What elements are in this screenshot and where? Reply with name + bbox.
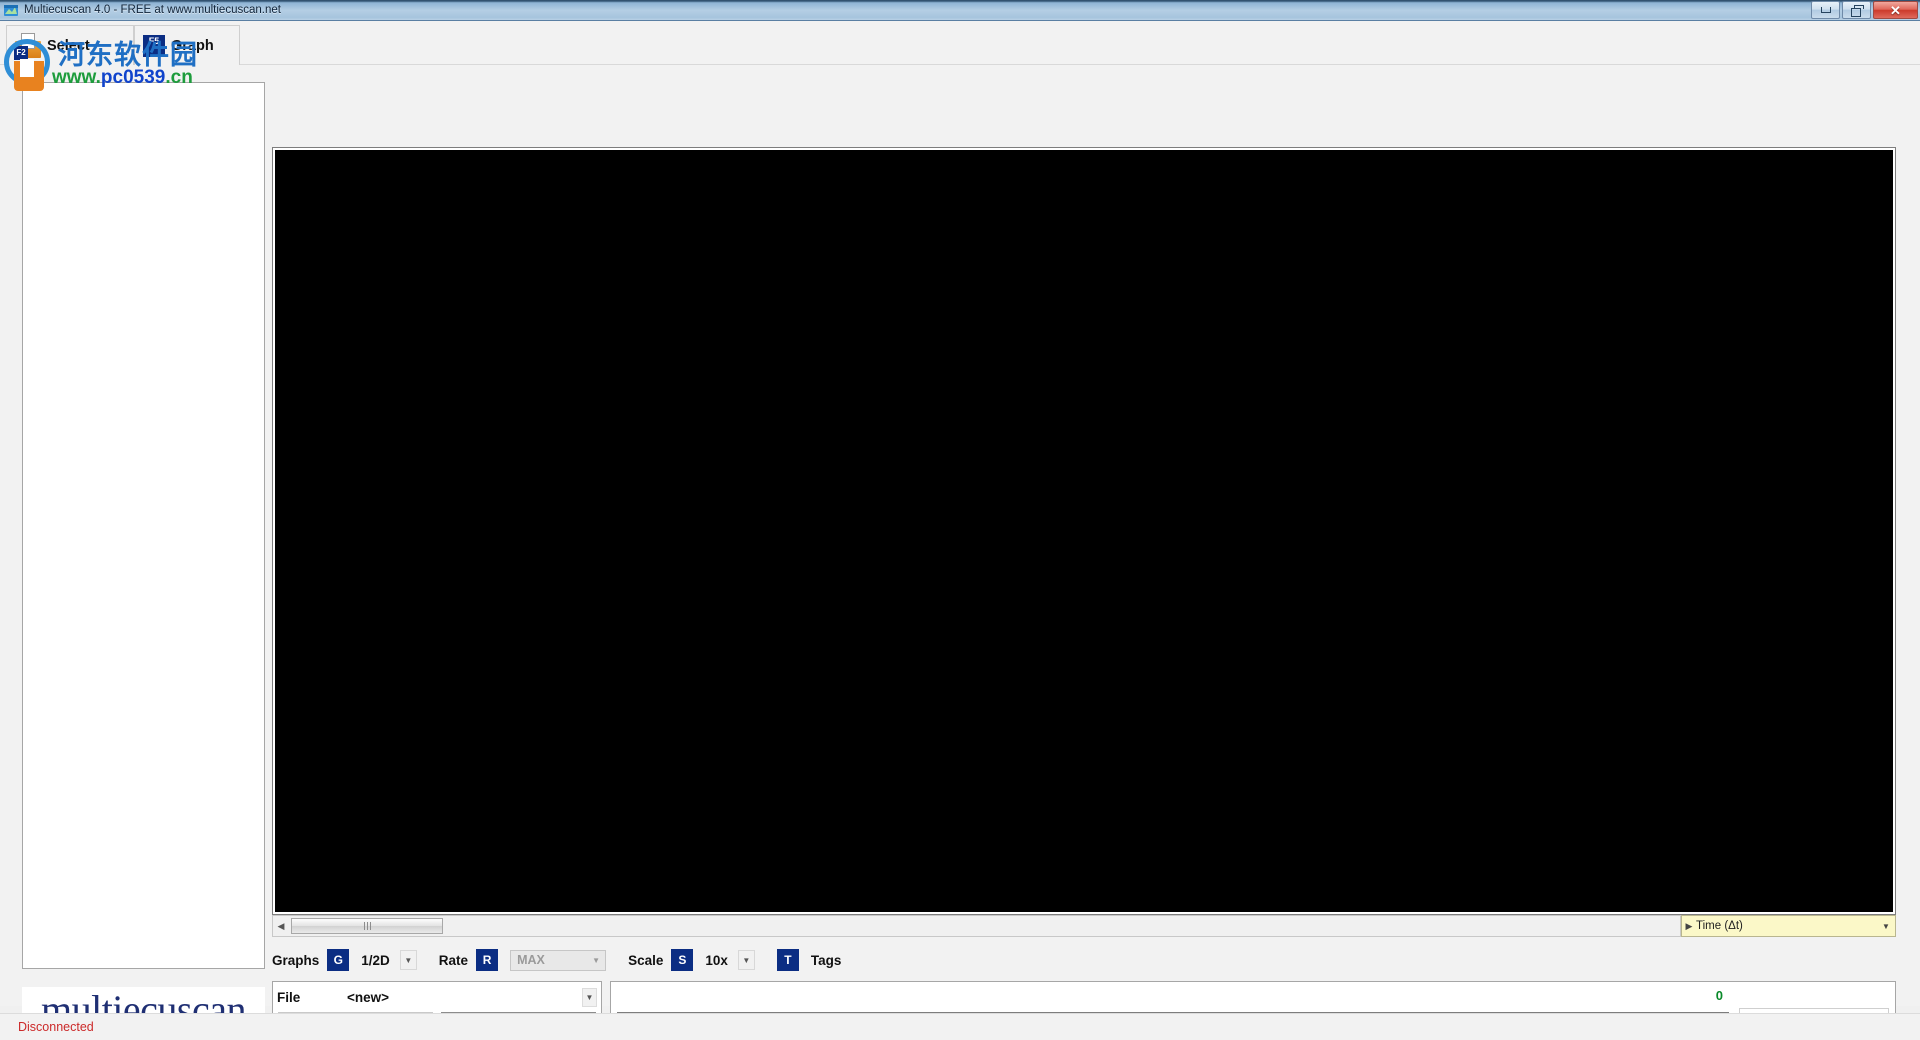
status-bar: Disconnected	[0, 1013, 1920, 1040]
scroll-left-arrow-icon[interactable]: ◀	[273, 916, 289, 936]
rate-value: MAX	[517, 953, 545, 967]
scrollbar-thumb[interactable]	[291, 918, 443, 934]
scale-dropdown-button[interactable]: ▼	[737, 950, 755, 970]
scale-hotkey-badge[interactable]: S	[671, 949, 694, 971]
grip-line	[363, 922, 365, 930]
file-dropdown-button[interactable]: ▼	[582, 987, 597, 1007]
tab-select-hotkey: F2	[14, 45, 28, 60]
window-controls: ✕	[1811, 1, 1918, 19]
graph-canvas[interactable]	[275, 150, 1893, 912]
minimize-icon	[1820, 7, 1831, 13]
tab-graph[interactable]: F5 Graph	[134, 25, 240, 65]
time-prev-arrow-icon[interactable]: ▶	[1682, 921, 1696, 932]
app-icon	[3, 3, 19, 18]
tab-select[interactable]: F2 Select	[6, 25, 134, 65]
graph-horizontal-scrollbar[interactable]: ◀	[272, 915, 1681, 937]
tab-graph-label: Graph	[171, 37, 214, 54]
scale-label: Scale	[628, 952, 664, 968]
graph-area[interactable]	[272, 147, 1896, 915]
rate-hotkey-badge[interactable]: R	[476, 949, 499, 971]
grip-line	[369, 922, 371, 930]
maximize-icon	[1850, 5, 1864, 17]
time-axis-label: Time (Δt)	[1696, 920, 1743, 932]
file-selector-row[interactable]: File <new> ▼	[273, 982, 601, 1012]
time-axis-selector[interactable]: ▶ Time (Δt) ▼	[1681, 915, 1896, 937]
rate-dropdown: MAX ▼	[510, 949, 607, 971]
tab-select-label: Select	[47, 37, 90, 54]
scale-value: 10x	[705, 952, 728, 968]
close-button[interactable]: ✕	[1873, 1, 1918, 19]
graphs-value: 1/2D	[361, 952, 390, 968]
tags-label: Tags	[810, 952, 842, 968]
chevron-down-icon[interactable]: ▼	[1877, 922, 1895, 931]
window-titlebar: Multiecuscan 4.0 - FREE at www.multiecus…	[0, 0, 1920, 21]
window-title: Multiecuscan 4.0 - FREE at www.multiecus…	[24, 4, 281, 16]
tags-hotkey-badge[interactable]: T	[776, 949, 799, 971]
file-caption: File	[277, 989, 301, 1005]
graph-icon: F5	[143, 34, 165, 57]
connection-status: Disconnected	[18, 1020, 94, 1034]
close-icon: ✕	[1890, 2, 1901, 18]
grip-line	[366, 922, 368, 930]
maximize-button[interactable]	[1842, 1, 1871, 19]
graphs-hotkey-badge[interactable]: G	[327, 949, 350, 971]
rate-label: Rate	[438, 952, 469, 968]
graph-scroll-row: ◀ ▶ Time (Δt) ▼	[272, 915, 1896, 937]
file-value: <new>	[347, 989, 390, 1005]
minimize-button[interactable]	[1811, 1, 1840, 19]
graphs-dropdown-button[interactable]: ▼	[399, 950, 417, 970]
graph-options-row: Graphs G 1/2D ▼ Rate R MAX ▼ Scale S 10x…	[272, 945, 1896, 975]
parameter-list-panel[interactable]	[22, 82, 265, 969]
sample-counter: 0	[1715, 988, 1723, 1003]
main-content: multiecuscan ◀ ▶ Time (Δt) ▼ Graphs G 1/…	[0, 65, 1920, 1040]
graphs-label: Graphs	[272, 952, 320, 968]
select-folder-icon: F2	[14, 32, 41, 60]
tab-strip: F2 Select F5 Graph 河东软件园 www.pc0539.cn	[0, 21, 1920, 91]
chevron-down-icon: ▼	[592, 955, 601, 965]
